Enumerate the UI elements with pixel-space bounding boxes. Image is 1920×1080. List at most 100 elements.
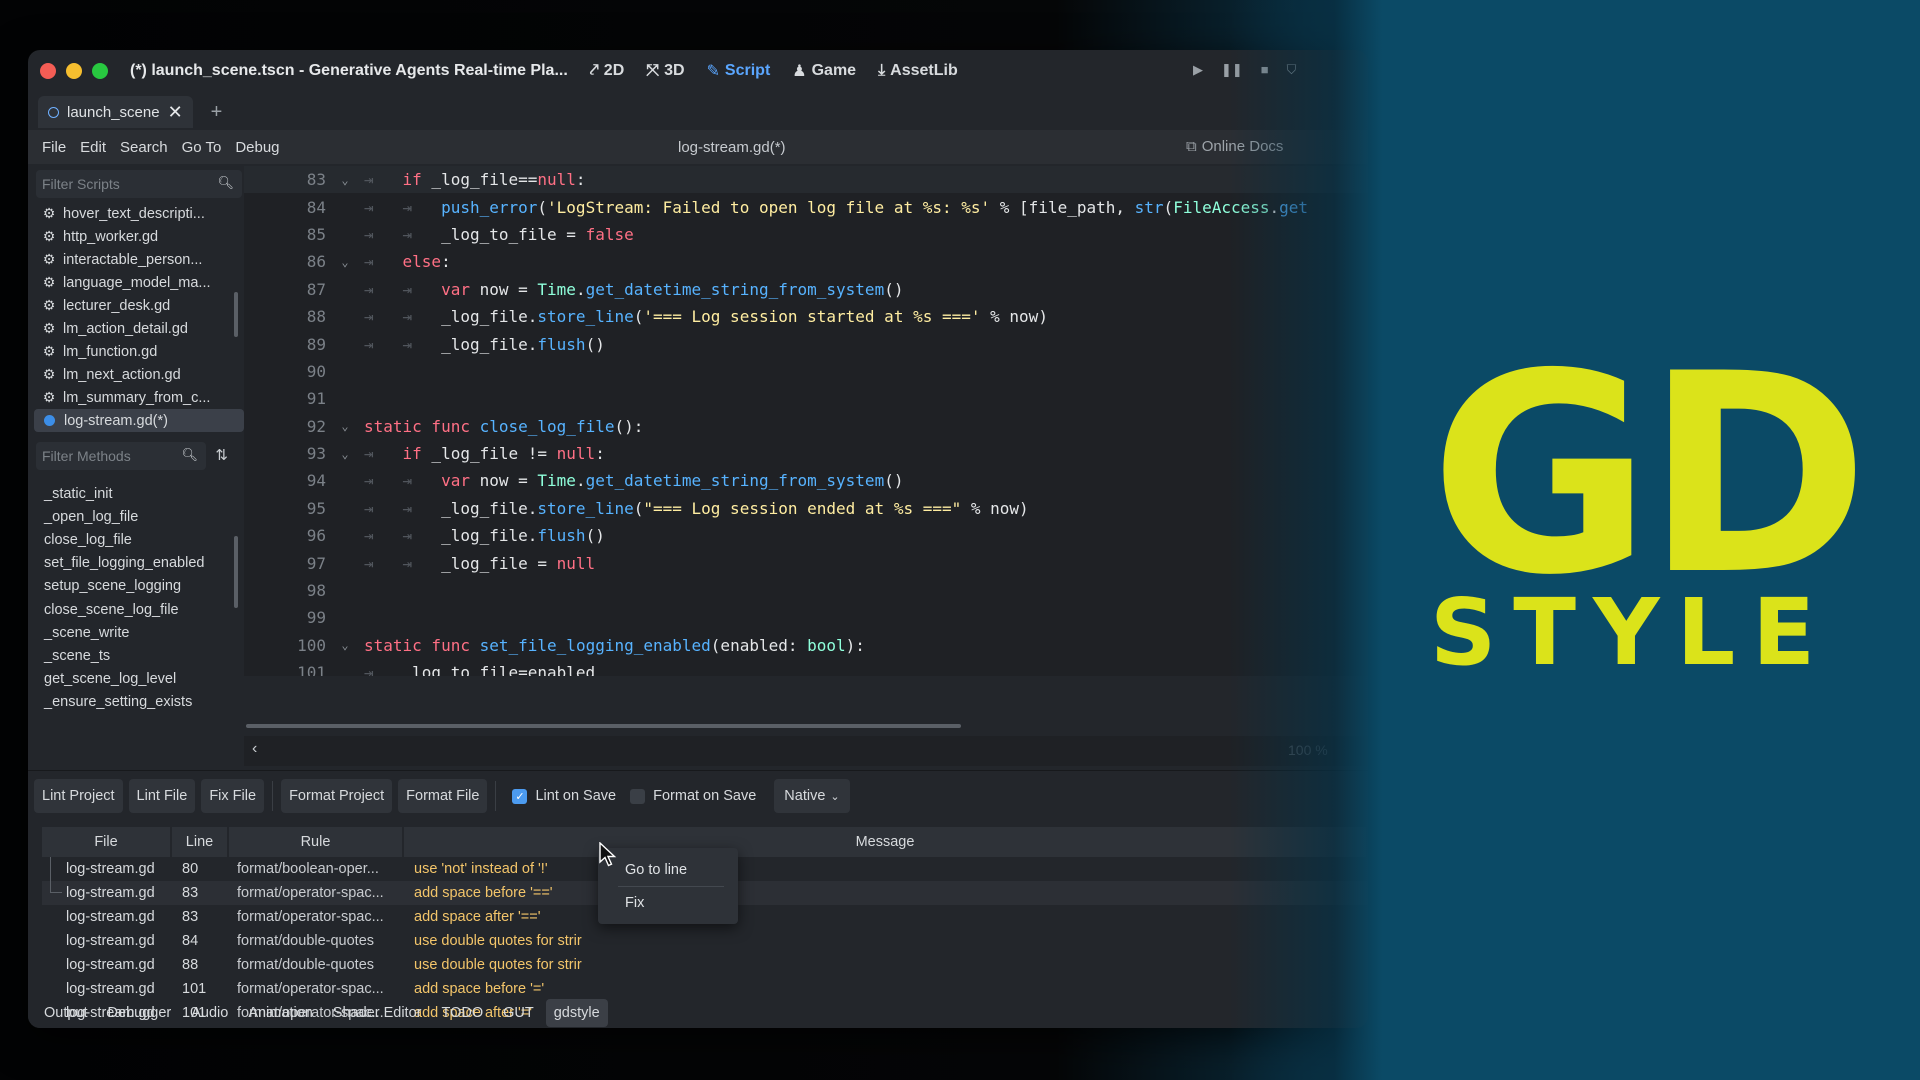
menu-edit[interactable]: Edit xyxy=(80,139,106,156)
menu-go-to[interactable]: Go To xyxy=(182,139,222,156)
script-list-item[interactable]: ⚙ lm_next_action.gd xyxy=(34,363,244,386)
script-list-item[interactable]: ⚙ lm_summary_from_c... xyxy=(34,386,244,409)
close-icon[interactable]: ✕ xyxy=(168,102,183,123)
main-tab-script[interactable]: ✎ Script xyxy=(707,61,771,81)
fold-chevron-icon[interactable]: ⌄ xyxy=(334,419,356,433)
filter-scripts-input[interactable]: Filter Scripts 🔍︎ xyxy=(36,170,242,198)
method-list-item[interactable]: _open_log_file xyxy=(34,505,244,528)
script-list-item[interactable]: ⚙ language_model_ma... xyxy=(34,271,244,294)
line-number[interactable]: 84 xyxy=(244,198,334,217)
column-header-message[interactable]: Message xyxy=(404,827,1368,857)
method-list-item[interactable]: set_file_logging_enabled xyxy=(34,552,244,575)
code-line[interactable]: 97 ⇥ ⇥ _log_file = null xyxy=(244,549,1368,576)
close-window-button[interactable] xyxy=(40,63,56,79)
code-line[interactable]: 98 xyxy=(244,577,1368,604)
code-line[interactable]: 93 ⌄ ⇥ if _log_file != null: xyxy=(244,440,1368,467)
bottom-tab-output[interactable]: Output xyxy=(36,999,96,1027)
filter-methods-input[interactable]: Filter Methods 🔍︎ ⇅ xyxy=(36,442,228,470)
line-number[interactable]: 91 xyxy=(244,389,334,408)
fold-chevron-icon[interactable]: ⌄ xyxy=(334,447,356,461)
lint-project-button[interactable]: Lint Project xyxy=(34,779,123,813)
line-number[interactable]: 95 xyxy=(244,499,334,518)
main-tab-3d[interactable]: ⤧ 3D xyxy=(646,61,684,81)
code-line[interactable]: 94 ⇥ ⇥ var now = Time.get_datetime_string… xyxy=(244,467,1368,494)
code-line[interactable]: 88 ⇥ ⇥ _log_file.store_line('=== Log sess… xyxy=(244,303,1368,330)
method-list-item[interactable]: _scene_write xyxy=(34,621,244,644)
context-menu-fix[interactable]: Fix xyxy=(598,887,738,919)
method-list-item[interactable]: _static_init xyxy=(34,482,244,505)
table-row[interactable]: log-stream.gd 84 format/double-quotes use d… xyxy=(42,929,1368,953)
column-header-line[interactable]: Line xyxy=(172,827,229,857)
fix-file-button[interactable]: Fix File xyxy=(201,779,265,813)
chevron-left-icon[interactable]: ‹ xyxy=(252,740,257,758)
code-line[interactable]: 91 xyxy=(244,385,1368,412)
format-project-button[interactable]: Format Project xyxy=(281,779,393,813)
scene-tab-launch-scene[interactable]: launch_scene ✕ xyxy=(38,96,193,128)
code-line[interactable]: 84 ⇥ ⇥ push_error('LogStream: Failed to o… xyxy=(244,193,1368,220)
code-line[interactable]: 95 ⇥ ⇥ _log_file.store_line("=== Log sess… xyxy=(244,495,1368,522)
play-icon[interactable]: ▶ xyxy=(1193,62,1203,78)
code-line[interactable]: 85 ⇥ ⇥ _log_to_file = false xyxy=(244,221,1368,248)
format-file-button[interactable]: Format File xyxy=(398,779,488,813)
code-line[interactable]: 99 xyxy=(244,604,1368,631)
code-line[interactable]: 86 ⌄ ⇥ else: xyxy=(244,248,1368,275)
code-line[interactable]: 87 ⇥ ⇥ var now = Time.get_datetime_string… xyxy=(244,276,1368,303)
line-number[interactable]: 87 xyxy=(244,280,334,299)
code-editor[interactable]: 83 ⌄ ⇥ if _log_file==null: 84 ⇥ ⇥ push_error… xyxy=(244,166,1368,676)
table-row[interactable]: log-stream.gd 88 format/double-quotes use d… xyxy=(42,953,1368,977)
method-list-item[interactable]: close_scene_log_file xyxy=(34,598,244,621)
script-list-scrollbar[interactable] xyxy=(234,292,238,337)
method-list-item[interactable]: _scene_ts xyxy=(34,644,244,667)
code-horizontal-scrollbar[interactable] xyxy=(246,724,961,728)
method-list-item[interactable]: _ensure_setting_exists xyxy=(34,691,244,714)
pause-icon[interactable]: ❚❚ xyxy=(1221,62,1243,78)
bottom-tab-shader-editor[interactable]: Shader Editor xyxy=(325,999,430,1027)
script-list-item[interactable]: log-stream.gd(*) xyxy=(34,409,244,432)
line-number[interactable]: 99 xyxy=(244,608,334,627)
line-number[interactable]: 96 xyxy=(244,526,334,545)
line-number[interactable]: 92 xyxy=(244,417,334,436)
bottom-tab-animation[interactable]: Animation xyxy=(240,999,320,1027)
add-scene-tab-icon[interactable]: + xyxy=(211,101,223,124)
method-list-scrollbar[interactable] xyxy=(234,536,238,608)
menu-debug[interactable]: Debug xyxy=(235,139,279,156)
mode-select[interactable]: Native ⌄ xyxy=(774,779,850,813)
line-number[interactable]: 93 xyxy=(244,444,334,463)
line-number[interactable]: 97 xyxy=(244,554,334,573)
bottom-tab-gdstyle[interactable]: gdstyle xyxy=(545,999,608,1027)
script-list-item[interactable]: ⚙ lm_action_detail.gd xyxy=(34,317,244,340)
line-number[interactable]: 89 xyxy=(244,335,334,354)
zoom-level[interactable]: 100 % xyxy=(1288,742,1328,758)
line-number[interactable]: 86 xyxy=(244,252,334,271)
code-line[interactable]: 100 ⌄ static func set_file_logging_enabled… xyxy=(244,632,1368,659)
menu-search[interactable]: Search xyxy=(120,139,168,156)
code-line[interactable]: 92 ⌄ static func close_log_file(): xyxy=(244,413,1368,440)
code-line[interactable]: 96 ⇥ ⇥ _log_file.flush() xyxy=(244,522,1368,549)
script-list-item[interactable]: ⚙ lm_function.gd xyxy=(34,340,244,363)
line-number[interactable]: 90 xyxy=(244,362,334,381)
main-tab-2d[interactable]: ⤤ 2D xyxy=(590,61,624,81)
script-list-item[interactable]: ⚙ lecturer_desk.gd xyxy=(34,294,244,317)
code-line[interactable]: 83 ⌄ ⇥ if _log_file==null: xyxy=(244,166,1368,194)
remote-debug-icon[interactable]: ⛉ xyxy=(1287,62,1297,78)
fold-chevron-icon[interactable]: ⌄ xyxy=(334,173,356,187)
column-header-file[interactable]: File xyxy=(42,827,172,857)
column-header-rule[interactable]: Rule xyxy=(229,827,404,857)
code-line[interactable]: 90 xyxy=(244,358,1368,385)
line-number[interactable]: 83 xyxy=(244,170,334,189)
bottom-tab-todo[interactable]: TODO xyxy=(433,999,491,1027)
script-list-item[interactable]: ⚙ http_worker.gd xyxy=(34,225,244,248)
online-docs-link[interactable]: ⧉ Online Docs xyxy=(1186,138,1283,155)
line-number[interactable]: 85 xyxy=(244,225,334,244)
bottom-tab-gut[interactable]: GUT xyxy=(495,999,542,1027)
bottom-tab-audio[interactable]: Audio xyxy=(183,999,236,1027)
line-number[interactable]: 88 xyxy=(244,307,334,326)
fold-chevron-icon[interactable]: ⌄ xyxy=(334,255,356,269)
lint-on-save-checkbox[interactable]: ✓ Lint on Save xyxy=(512,788,616,804)
code-line[interactable]: 89 ⇥ ⇥ _log_file.flush() xyxy=(244,330,1368,357)
method-list-item[interactable]: close_log_file xyxy=(34,528,244,551)
maximize-window-button[interactable] xyxy=(92,63,108,79)
line-number[interactable]: 94 xyxy=(244,471,334,490)
method-list-item[interactable]: setup_scene_logging xyxy=(34,575,244,598)
script-list-item[interactable]: ⚙ hover_text_descripti... xyxy=(34,202,244,225)
